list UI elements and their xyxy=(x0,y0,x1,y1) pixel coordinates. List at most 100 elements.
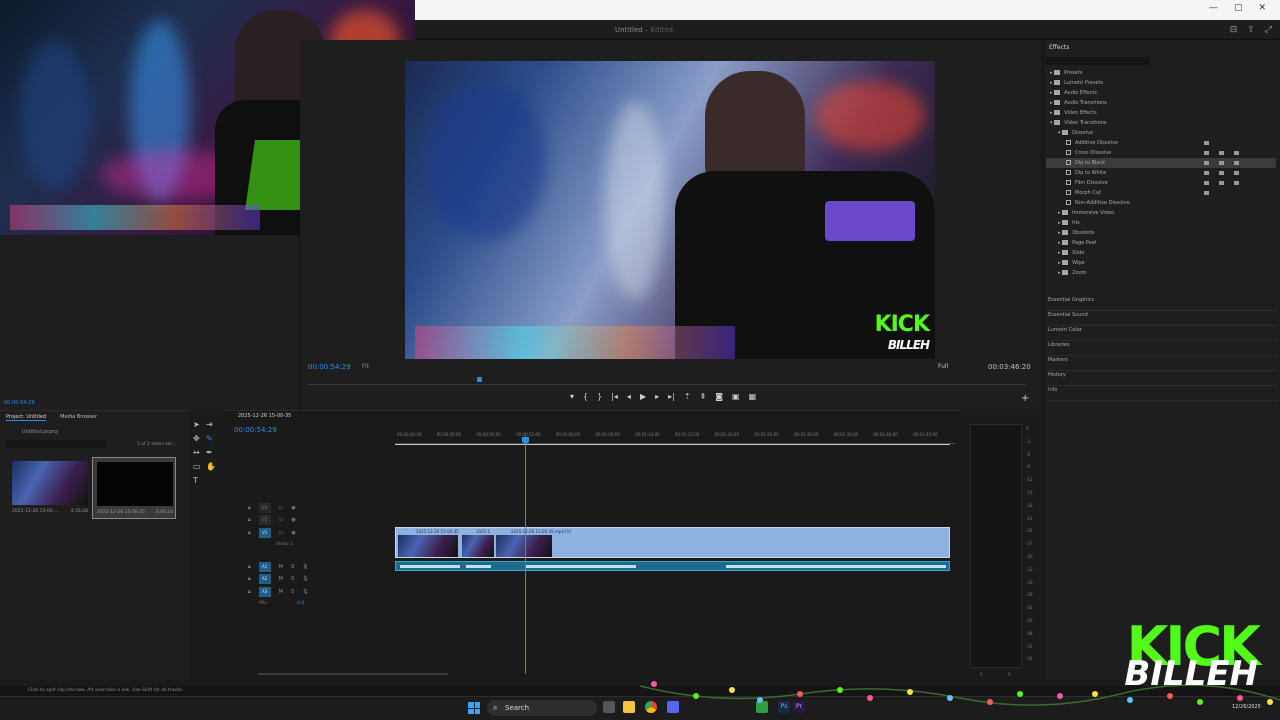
track-label-a1[interactable]: A1 xyxy=(258,562,271,572)
mark-out-icon[interactable]: } xyxy=(597,392,602,401)
track-label-a2[interactable]: A2 xyxy=(258,574,271,584)
resolution-select[interactable]: Full xyxy=(938,363,948,370)
sequence-tab[interactable]: 2025-12-26 15-00-35 xyxy=(238,413,291,419)
effect-item[interactable]: Non-Additive Dissolve xyxy=(1046,198,1276,208)
track-label-v3[interactable]: V3 xyxy=(258,503,271,513)
panel-tab[interactable]: Essential Sound xyxy=(1048,311,1278,326)
tab-project[interactable]: Project: Untitled xyxy=(6,414,47,421)
track-select-icon[interactable]: ⇥ xyxy=(206,420,213,429)
timeline-scrollbar[interactable] xyxy=(258,673,448,675)
time-ruler[interactable]: 00:00:40:00 00:00:45:00 00:00:50:00 00:00:5… xyxy=(395,428,955,444)
windows-start-icon[interactable] xyxy=(468,702,480,714)
camera-icon[interactable]: ◙ xyxy=(715,392,723,401)
project-item[interactable]: 2025-12-26 15-00-... 4:35:28 xyxy=(8,457,92,519)
maximize-button[interactable]: ▢ xyxy=(1234,3,1243,13)
effect-folder[interactable]: ▾ Dissolve xyxy=(1046,128,1276,138)
effect-folder[interactable]: ▸ Video Effects xyxy=(1046,108,1276,118)
panel-tab[interactable]: Essential Graphics xyxy=(1048,296,1278,311)
eye-icon[interactable]: ◉ xyxy=(291,505,295,511)
solo-button[interactable]: S xyxy=(291,564,294,570)
track-label-v2[interactable]: V2 xyxy=(258,515,271,525)
workspaces-icon[interactable]: ⊟ xyxy=(1230,25,1238,35)
effect-folder[interactable]: ▸ Zoom xyxy=(1046,268,1276,278)
effect-item[interactable]: Cross Dissolve xyxy=(1046,148,1276,158)
marker-icon[interactable]: ▾ xyxy=(570,392,574,401)
video-clip[interactable]: 2025-12-26 15-00-35 2025-1 2025-12-26 15… xyxy=(395,527,950,558)
mark-in-icon[interactable]: { xyxy=(583,392,588,401)
close-button[interactable]: ✕ xyxy=(1258,3,1266,13)
effect-folder[interactable]: ▸ Presets xyxy=(1046,68,1276,78)
type-tool-icon[interactable]: T xyxy=(193,476,198,485)
track-label-a3[interactable]: A3 xyxy=(258,587,271,597)
effect-item[interactable]: Morph Cut xyxy=(1046,188,1276,198)
effect-folder[interactable]: ▸ Page Peel xyxy=(1046,238,1276,248)
solo-button[interactable]: S xyxy=(291,589,294,595)
razor-tool-icon[interactable]: ✎ xyxy=(206,434,213,443)
lock-icon[interactable]: 🔒︎ xyxy=(248,564,251,570)
effects-search-input[interactable] xyxy=(1046,57,1150,65)
sync-icon[interactable]: ▭ xyxy=(279,505,284,511)
go-to-out-icon[interactable]: ▸| xyxy=(668,392,675,401)
solo-button[interactable]: S xyxy=(291,576,294,582)
microphone-icon[interactable]: 🎙︎ xyxy=(302,576,308,582)
effect-folder[interactable]: ▸ Audio Transitions xyxy=(1046,98,1276,108)
mute-button[interactable]: M xyxy=(279,564,283,570)
effect-folder[interactable]: ▾ Video Transitions xyxy=(1046,118,1276,128)
microphone-icon[interactable]: 🎙︎ xyxy=(302,564,308,570)
work-area-bar[interactable] xyxy=(395,444,950,445)
program-scrub-bar[interactable] xyxy=(308,384,1026,385)
lift-icon[interactable]: ⇡ xyxy=(684,392,691,401)
effect-folder[interactable]: ▸ Slide xyxy=(1046,248,1276,258)
effect-folder[interactable]: ▸ Immersive Video xyxy=(1046,208,1276,218)
panel-tab[interactable]: Info xyxy=(1048,386,1278,401)
task-view-icon[interactable] xyxy=(603,701,615,713)
lock-icon[interactable]: 🔒︎ xyxy=(248,530,251,536)
mix-value[interactable]: 0.0 xyxy=(297,601,304,606)
eye-icon[interactable]: ◉ xyxy=(291,517,295,523)
mute-button[interactable]: M xyxy=(279,576,283,582)
file-explorer-icon[interactable] xyxy=(623,701,635,713)
mute-button[interactable]: M xyxy=(279,589,283,595)
sync-icon[interactable]: ▭ xyxy=(279,530,284,536)
panel-tab[interactable]: Markers xyxy=(1048,356,1278,371)
effect-item[interactable]: Film Dissolve xyxy=(1046,178,1276,188)
step-forward-icon[interactable]: ▸ xyxy=(655,392,659,401)
lock-icon[interactable]: 🔒︎ xyxy=(248,517,251,523)
effect-item[interactable]: Dip to White xyxy=(1046,168,1276,178)
effect-folder[interactable]: ▸ Obsolete xyxy=(1046,228,1276,238)
add-button-icon[interactable]: + xyxy=(1021,393,1029,404)
step-back-icon[interactable]: ◂ xyxy=(627,392,631,401)
tab-media-browser[interactable]: Media Browser xyxy=(60,414,97,421)
effect-item[interactable]: Dip to Black xyxy=(1046,158,1276,168)
rectangle-tool-icon[interactable]: ▭ xyxy=(193,462,201,471)
lock-icon[interactable]: 🔒︎ xyxy=(248,589,251,595)
program-playhead[interactable] xyxy=(477,377,482,382)
lock-icon[interactable]: 🔒︎ xyxy=(248,576,251,582)
minimize-button[interactable]: — xyxy=(1209,3,1218,13)
panel-tab[interactable]: Lumetri Color xyxy=(1048,326,1278,341)
project-search-input[interactable] xyxy=(6,440,106,448)
fullscreen-icon[interactable]: ⤢ xyxy=(1265,25,1272,35)
pen-tool-icon[interactable]: ✒ xyxy=(206,448,213,457)
effect-folder[interactable]: ▸ Audio Effects xyxy=(1046,88,1276,98)
timeline-timecode[interactable]: 00:00:54:29 xyxy=(234,426,277,434)
effect-folder[interactable]: ▸ Iris xyxy=(1046,218,1276,228)
extract-icon[interactable]: ⇞ xyxy=(700,392,707,401)
audio-clip[interactable] xyxy=(395,561,950,571)
ripple-edit-icon[interactable]: ✥ xyxy=(193,434,200,443)
effect-folder[interactable]: ▸ Wipe xyxy=(1046,258,1276,268)
track-label-v1[interactable]: V1 xyxy=(258,528,271,538)
share-icon[interactable]: ⇧ xyxy=(1247,25,1255,35)
panel-tab[interactable]: History xyxy=(1048,371,1278,386)
zoom-select[interactable]: Fit xyxy=(362,363,369,370)
safe-margins-icon[interactable]: ▦ xyxy=(749,392,757,401)
project-item-selected[interactable]: 2025-12-26 15-00-35 3:46:20 xyxy=(92,457,176,519)
playhead-line[interactable] xyxy=(525,436,526,674)
effect-folder[interactable]: ▸ Lumetri Presets xyxy=(1046,78,1276,88)
compare-icon[interactable]: ▣ xyxy=(732,392,740,401)
program-timecode[interactable]: 00:00:54:29 xyxy=(308,363,351,371)
selection-tool-icon[interactable]: ➤ xyxy=(193,420,200,429)
sync-icon[interactable]: ▭ xyxy=(279,517,284,523)
play-icon[interactable]: ▶ xyxy=(640,392,646,401)
panel-tab[interactable]: Libraries xyxy=(1048,341,1278,356)
